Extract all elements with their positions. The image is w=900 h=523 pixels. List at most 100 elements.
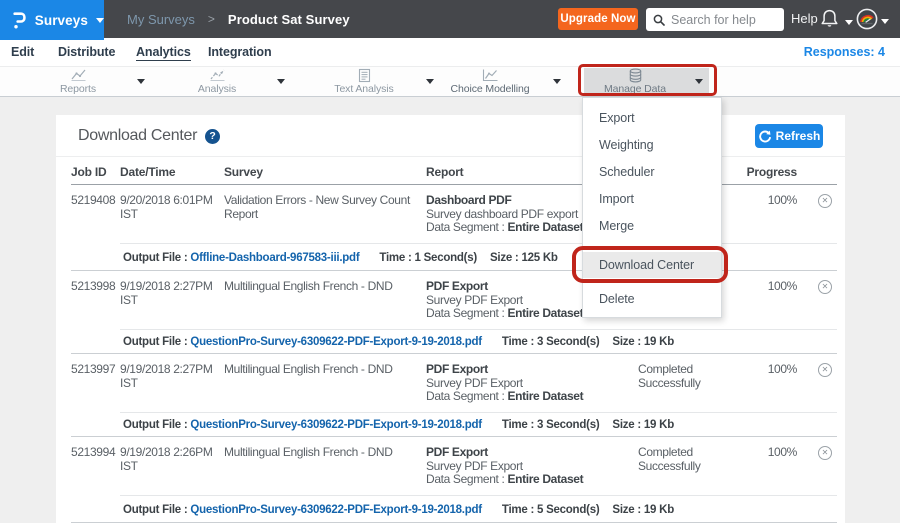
text-analysis-button[interactable]: Text Analysis bbox=[311, 67, 417, 96]
analysis-button[interactable]: Analysis bbox=[166, 67, 268, 96]
menu-item-merge[interactable]: Merge bbox=[583, 213, 721, 240]
header-date-time: Date/Time bbox=[120, 165, 175, 179]
reports-button[interactable]: Reports bbox=[28, 67, 128, 96]
report-cell: PDF Export Survey PDF Export Data Segmen… bbox=[426, 363, 636, 404]
header-report: Report bbox=[426, 165, 463, 179]
survey-cell: Validation Errors - New Survey CountRepo… bbox=[224, 194, 424, 221]
cancel-job-icon[interactable]: ✕ bbox=[818, 363, 832, 377]
output-file-label: Output File : bbox=[123, 504, 190, 516]
refresh-button[interactable]: Refresh bbox=[755, 124, 823, 148]
time-value: 3 Second(s) bbox=[537, 336, 599, 348]
questionpro-logo bbox=[13, 7, 26, 33]
size-label: Size : bbox=[612, 419, 643, 431]
menu-item-download-center[interactable]: Download Center bbox=[583, 252, 721, 278]
header-survey: Survey bbox=[224, 165, 263, 179]
table-row: 5213997 9/19/2018 2:27PMIST Multilingual… bbox=[56, 354, 845, 437]
table-row: 5219408 9/20/2018 6:01PMIST Validation E… bbox=[56, 185, 845, 271]
text-analysis-dropdown-caret[interactable] bbox=[426, 79, 434, 84]
menu-item-export[interactable]: Export bbox=[583, 105, 721, 132]
responses-count[interactable]: Responses: 4 bbox=[804, 38, 885, 66]
size-label: Size : bbox=[612, 336, 643, 348]
toolbar-label: Manage Data bbox=[604, 83, 666, 95]
progress-cell: 100% bbox=[768, 194, 797, 208]
chevron-down-icon bbox=[881, 19, 889, 24]
page-content: Download Center ? Refresh Job ID Date/Ti… bbox=[0, 97, 900, 523]
time-label: Time : bbox=[502, 336, 537, 348]
size-label: Size : bbox=[612, 504, 643, 516]
time-value: 1 Second(s) bbox=[415, 252, 477, 264]
analysis-chart-icon bbox=[209, 68, 226, 83]
toolbar-label: Text Analysis bbox=[334, 83, 393, 95]
size-value: 19 Kb bbox=[644, 336, 674, 348]
tab-distribute[interactable]: Distribute bbox=[58, 38, 115, 66]
account-menu[interactable] bbox=[856, 8, 889, 30]
upgrade-now-button[interactable]: Upgrade Now bbox=[558, 8, 638, 30]
output-file-link[interactable]: Offline-Dashboard-967583-iii.pdf bbox=[190, 252, 359, 264]
cancel-job-icon[interactable]: ✕ bbox=[818, 446, 832, 460]
manage-data-dropdown-menu: Export Weighting Scheduler Import Merge … bbox=[582, 97, 722, 318]
menu-item-import[interactable]: Import bbox=[583, 186, 721, 213]
breadcrumb-my-surveys[interactable]: My Surveys bbox=[127, 12, 195, 27]
search-input[interactable] bbox=[671, 13, 777, 27]
tab-integration[interactable]: Integration bbox=[208, 38, 271, 66]
tab-edit[interactable]: Edit bbox=[11, 38, 34, 66]
header-progress: Progress bbox=[747, 165, 797, 179]
size-value: 19 Kb bbox=[644, 504, 674, 516]
menu-item-scheduler[interactable]: Scheduler bbox=[583, 159, 721, 186]
job-id-cell: 5213998 bbox=[71, 280, 119, 294]
help-icon[interactable]: ? bbox=[205, 129, 220, 144]
tab-analytics[interactable]: Analytics bbox=[136, 38, 191, 66]
database-icon bbox=[628, 68, 643, 83]
manage-data-dropdown-caret[interactable] bbox=[695, 79, 703, 84]
top-bar: My Surveys > Product Sat Survey Upgrade … bbox=[0, 0, 900, 38]
output-file-link[interactable]: QuestionPro-Survey-6309622-PDF-Export-9-… bbox=[190, 504, 481, 516]
card-header: Download Center ? Refresh bbox=[56, 115, 845, 157]
analytics-toolbar: Reports Analysis bbox=[0, 66, 900, 97]
status-cell: CompletedSuccessfully bbox=[638, 446, 738, 473]
toolbar-group-choice-modelling: Choice Modelling bbox=[436, 67, 561, 96]
menu-item-weighting[interactable]: Weighting bbox=[583, 132, 721, 159]
output-file-link[interactable]: QuestionPro-Survey-6309622-PDF-Export-9-… bbox=[190, 336, 481, 348]
output-file-label: Output File : bbox=[123, 336, 190, 348]
date-time-cell: 9/19/2018 2:26PMIST bbox=[120, 446, 220, 473]
chevron-right-icon: > bbox=[208, 12, 215, 26]
cancel-job-icon[interactable]: ✕ bbox=[818, 280, 832, 294]
choice-modelling-dropdown-caret[interactable] bbox=[553, 79, 561, 84]
notifications-control[interactable] bbox=[820, 9, 853, 29]
cancel-job-icon[interactable]: ✕ bbox=[818, 194, 832, 208]
toolbar-label: Analysis bbox=[198, 83, 236, 95]
output-file-link[interactable]: QuestionPro-Survey-6309622-PDF-Export-9-… bbox=[190, 419, 481, 431]
time-value: 3 Second(s) bbox=[537, 419, 599, 431]
app-root: My Surveys > Product Sat Survey Upgrade … bbox=[0, 0, 900, 523]
manage-data-button[interactable]: Manage Data bbox=[584, 68, 686, 95]
time-value: 5 Second(s) bbox=[537, 504, 599, 516]
search-icon bbox=[653, 14, 665, 26]
refresh-icon bbox=[758, 130, 771, 143]
menu-item-delete[interactable]: Delete bbox=[583, 286, 721, 313]
survey-cell: Multilingual English French - DND bbox=[224, 446, 424, 460]
download-center-card: Download Center ? Refresh Job ID Date/Ti… bbox=[56, 115, 845, 523]
refresh-label: Refresh bbox=[776, 129, 821, 143]
toolbar-group-manage-data: Manage Data bbox=[584, 68, 709, 95]
choice-modelling-button[interactable]: Choice Modelling bbox=[436, 67, 544, 96]
toolbar-label: Reports bbox=[60, 83, 96, 95]
reports-dropdown-caret[interactable] bbox=[137, 79, 145, 84]
chevron-down-icon bbox=[845, 20, 853, 25]
line-chart-icon bbox=[70, 68, 87, 83]
date-time-cell: 9/20/2018 6:01PMIST bbox=[120, 194, 220, 221]
report-cell: PDF Export Survey PDF Export Data Segmen… bbox=[426, 446, 636, 487]
surveys-product-switcher[interactable]: Surveys bbox=[0, 0, 104, 40]
breadcrumb-current-survey: Product Sat Survey bbox=[228, 12, 350, 27]
survey-cell: Multilingual English French - DND bbox=[224, 280, 424, 294]
toolbar-group-reports: Reports bbox=[28, 67, 145, 96]
help-search-box[interactable] bbox=[646, 8, 784, 31]
progress-cell: 100% bbox=[768, 280, 797, 294]
date-time-cell: 9/19/2018 2:27PMIST bbox=[120, 280, 220, 307]
choice-chart-icon bbox=[482, 68, 499, 83]
help-link[interactable]: Help bbox=[791, 0, 818, 38]
toolbar-group-text-analysis: Text Analysis bbox=[311, 67, 434, 96]
output-file-row: Output File : QuestionPro-Survey-6309622… bbox=[120, 329, 837, 354]
breadcrumb: My Surveys > Product Sat Survey bbox=[127, 0, 350, 38]
analysis-dropdown-caret[interactable] bbox=[277, 79, 285, 84]
job-id-cell: 5213997 bbox=[71, 363, 119, 377]
